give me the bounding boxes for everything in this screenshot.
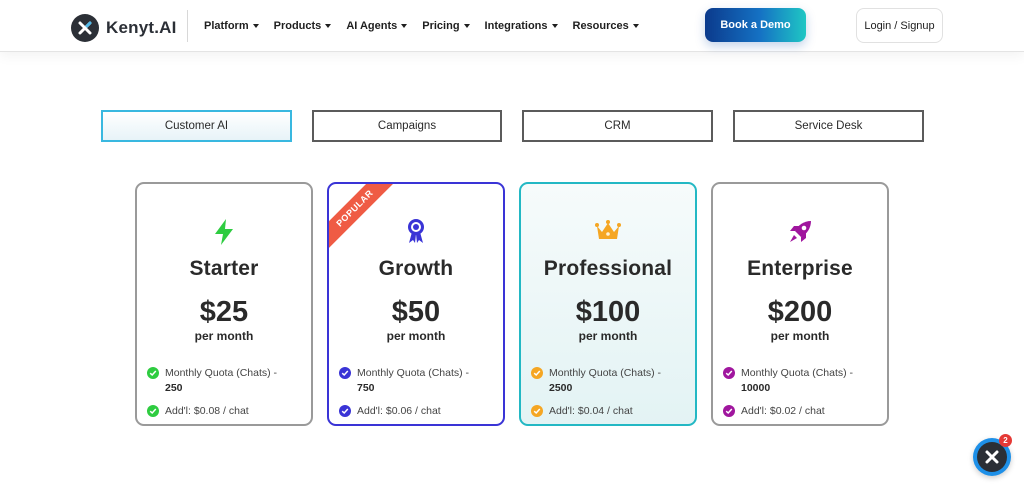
plan-period: per month xyxy=(770,329,830,343)
check-circle-icon xyxy=(531,405,543,417)
plan-name: Enterprise xyxy=(747,257,853,280)
caret-down-icon xyxy=(252,24,259,28)
plan-card-professional[interactable]: Professional $100 per month Monthly Quot… xyxy=(519,182,697,426)
plan-price: $200 xyxy=(767,296,833,328)
plan-card-growth[interactable]: POPULAR Growth $50 per month Monthly Quo… xyxy=(327,182,505,426)
crown-icon xyxy=(521,218,695,244)
rocket-icon xyxy=(713,218,887,244)
check-circle-icon xyxy=(723,367,735,379)
plan-feature-quota: Monthly Quota (Chats) -750 xyxy=(339,366,499,396)
plan-name: Growth xyxy=(378,257,454,280)
caret-down-icon xyxy=(551,24,558,28)
book-demo-button[interactable]: Book a Demo xyxy=(705,8,806,42)
nav-integrations[interactable]: Integrations xyxy=(485,20,558,32)
plan-period: per month xyxy=(386,329,446,343)
nav-resources[interactable]: Resources xyxy=(573,20,639,32)
plan-period: per month xyxy=(194,329,254,343)
brand-name: Kenyt.AI xyxy=(106,18,177,37)
lightning-icon xyxy=(137,218,311,245)
caret-down-icon xyxy=(632,24,639,28)
login-signup-button[interactable]: Login / Signup xyxy=(856,8,943,43)
plan-price: $100 xyxy=(575,296,641,328)
tab-campaigns[interactable]: Campaigns xyxy=(312,110,502,142)
check-circle-icon xyxy=(147,367,159,379)
plan-name: Starter xyxy=(189,257,259,280)
nav-products[interactable]: Products xyxy=(274,20,332,32)
check-circle-icon xyxy=(147,405,159,417)
plan-name: Professional xyxy=(543,257,673,280)
plan-price: $50 xyxy=(391,296,441,328)
caret-down-icon xyxy=(325,24,332,28)
caret-down-icon xyxy=(463,24,470,28)
nav-ai-agents[interactable]: AI Agents xyxy=(346,20,408,32)
tab-crm[interactable]: CRM xyxy=(522,110,713,142)
check-circle-icon xyxy=(531,367,543,379)
check-circle-icon xyxy=(723,405,735,417)
plan-feature-quota: Monthly Quota (Chats) -10000 xyxy=(723,366,883,396)
plan-period: per month xyxy=(578,329,638,343)
plan-card-starter[interactable]: Starter $25 per month Monthly Quota (Cha… xyxy=(135,182,313,426)
tab-service-desk[interactable]: Service Desk xyxy=(733,110,924,142)
award-ribbon-icon xyxy=(329,218,503,244)
plan-feature-additional: Add'l: $0.08 / chat xyxy=(147,404,307,419)
plan-feature-additional: Add'l: $0.02 / chat xyxy=(723,404,883,419)
check-circle-icon xyxy=(339,367,351,379)
nav-pricing[interactable]: Pricing xyxy=(422,20,470,32)
plan-card-enterprise[interactable]: Enterprise $200 per month Monthly Quota … xyxy=(711,182,889,426)
brand-logo[interactable]: Kenyt.AI xyxy=(71,14,177,42)
nav-platform[interactable]: Platform xyxy=(204,20,259,32)
plan-price: $25 xyxy=(199,296,249,328)
tab-customer-ai[interactable]: Customer AI xyxy=(101,110,292,142)
logo-x-icon xyxy=(71,14,99,42)
plan-feature-additional: Add'l: $0.06 / chat xyxy=(339,404,499,419)
site-header: Kenyt.AI Platform Products AI Agents Pri… xyxy=(0,0,1024,52)
plan-feature-quota: Monthly Quota (Chats) -250 xyxy=(147,366,307,396)
check-circle-icon xyxy=(339,405,351,417)
caret-down-icon xyxy=(401,24,408,28)
notification-badge: 2 xyxy=(999,434,1012,447)
plan-feature-quota: Monthly Quota (Chats) -2500 xyxy=(531,366,691,396)
plan-feature-additional: Add'l: $0.04 / chat xyxy=(531,404,691,419)
header-divider xyxy=(187,10,188,42)
main-nav: Platform Products AI Agents Pricing Inte… xyxy=(204,0,654,52)
